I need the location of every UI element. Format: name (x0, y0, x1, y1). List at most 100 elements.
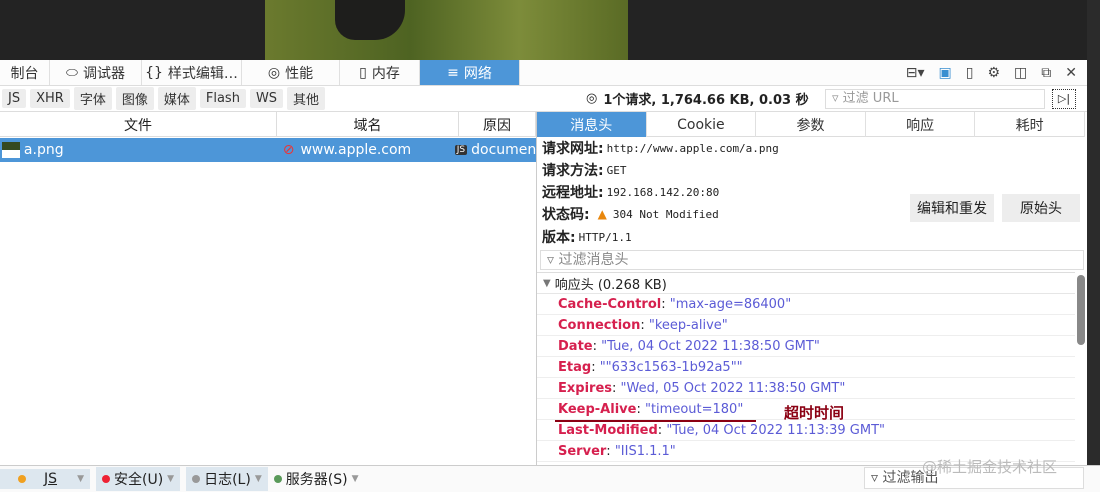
status-code: 状态码: ▲ 304 Not Modified (542, 204, 719, 224)
filter-js-toggle[interactable]: JS ▼ (0, 469, 90, 489)
filter-fonts[interactable]: 字体 (73, 87, 112, 110)
info-value: 192.168.142.20:80 (606, 185, 720, 199)
log-dot-icon (192, 475, 201, 483)
collapse-triangle-icon: ▼ (543, 277, 551, 289)
header-value: "max-age=86400" (669, 296, 792, 312)
dog-shape (335, 0, 405, 40)
header-value: "Tue, 04 Oct 2022 11:13:39 GMT" (666, 422, 885, 438)
summary-text: 1个请求, 1,764.66 KB, 0.03 秒 (603, 93, 809, 108)
response-headers-toggle[interactable]: ▼ 响应头 (0.268 KB) (537, 273, 1075, 294)
devtools-tabbar: 制台 ⬭ 调试器 {} 样式编辑… ◎ 性能 ▯ 内存 ≡ 网络 ⊟▾ ▣ ▯ ⚙ ◫ ⧉… (0, 60, 1087, 86)
performance-icon: ◎ (267, 64, 281, 81)
file-cell: a.png (23, 142, 64, 158)
filter-flash[interactable]: Flash (199, 89, 246, 108)
detail-tabs: 消息头 Cookie 参数 响应 耗时 (537, 112, 1085, 137)
annotation-underline (555, 420, 756, 422)
annotation-text: 超时时间 (784, 404, 845, 422)
js-dot-icon (18, 475, 26, 483)
filter-images[interactable]: 图像 (115, 87, 154, 110)
tab-label: 制台 (10, 65, 39, 82)
url-filter-placeholder: 过滤 URL (842, 91, 899, 106)
page-background-strip (1087, 0, 1100, 465)
braces-icon: {} (145, 64, 163, 81)
tab-network[interactable]: ≡ 网络 (420, 60, 520, 85)
raw-headers-button[interactable]: 原始头 (1002, 194, 1080, 222)
header-name: Server (558, 443, 607, 459)
header-value: "keep-alive" (648, 317, 728, 333)
tab-headers[interactable]: 消息头 (537, 112, 647, 137)
layout-icon[interactable]: ⊟▾ (906, 65, 925, 81)
js-icon: JS (454, 145, 468, 155)
header-name: Expires (558, 380, 612, 396)
tab-params[interactable]: 参数 (756, 112, 866, 137)
filter-ws[interactable]: WS (249, 89, 284, 108)
network-icon: ≡ (447, 64, 459, 81)
tab-style-editor[interactable]: {} 样式编辑… (142, 60, 242, 85)
header-name: Etag (558, 359, 592, 375)
request-method: 请求方法: GET (542, 160, 626, 180)
image-thumbnail (2, 142, 20, 158)
filter-security-toggle[interactable]: 安全(U) ▼ (96, 467, 181, 491)
edit-resend-button[interactable]: 编辑和重发 (910, 194, 994, 222)
responsive-icon[interactable]: ▯ (966, 65, 974, 81)
page-image (265, 0, 628, 60)
tab-debugger[interactable]: ⬭ 调试器 (50, 60, 142, 85)
filter-js[interactable]: JS (2, 89, 27, 108)
url-filter-input[interactable]: ▿ 过滤 URL (825, 89, 1045, 109)
response-headers-section: ▼ 响应头 (0.268 KB) Cache-Control: "max-age=… (537, 272, 1075, 465)
header-filter-placeholder: 过滤消息头 (558, 252, 629, 268)
column-domain[interactable]: 域名 (277, 112, 459, 137)
tab-timings[interactable]: 耗时 (975, 112, 1085, 137)
request-table-header: 文件 域名 原因 (0, 112, 536, 137)
server-dot-icon (273, 475, 282, 483)
info-label: 远程地址: (542, 185, 604, 201)
column-cause[interactable]: 原因 (459, 112, 536, 137)
watermark: @稀土掘金技术社区 (922, 458, 1058, 476)
header-row: Date: "Tue, 04 Oct 2022 11:38:50 GMT" (537, 336, 1075, 357)
security-label: 安全(U) (114, 472, 164, 488)
tab-cookie[interactable]: Cookie (647, 112, 757, 137)
header-value: "Tue, 04 Oct 2022 11:38:50 GMT" (601, 338, 820, 354)
info-label: 请求方法: (542, 163, 604, 179)
info-value: GET (606, 163, 627, 177)
close-icon[interactable]: ✕ (1065, 65, 1077, 81)
split-console-icon[interactable]: ▣ (939, 65, 952, 81)
info-value: HTTP/1.1 (578, 230, 632, 244)
header-value: "Wed, 05 Oct 2022 11:38:50 GMT" (620, 380, 846, 396)
table-row[interactable]: a.png ⊘ www.apple.com JS documen (0, 138, 536, 162)
gear-icon[interactable]: ⚙ (987, 65, 1000, 81)
undock-icon[interactable]: ⧉ (1041, 65, 1051, 81)
scrollbar-thumb[interactable] (1077, 275, 1085, 345)
header-value: "IIS1.1.1" (614, 443, 676, 459)
request-url: 请求网址: http://www.apple.com/a.png (542, 138, 779, 158)
security-dot-icon (102, 475, 110, 483)
column-file[interactable]: 文件 (0, 112, 277, 137)
filter-other[interactable]: 其他 (287, 87, 326, 110)
header-name: Keep-Alive (558, 401, 637, 417)
tab-memory[interactable]: ▯ 内存 (340, 60, 420, 85)
debugger-icon: ⬭ (66, 64, 78, 81)
http-version: 版本: HTTP/1.1 (542, 227, 632, 247)
info-label: 请求网址: (542, 141, 604, 157)
tab-response[interactable]: 响应 (866, 112, 976, 137)
filter-media[interactable]: 媒体 (157, 87, 196, 110)
tab-console[interactable]: 制台 (0, 60, 50, 85)
warning-triangle-icon: ▲ (597, 207, 607, 221)
filter-server-toggle[interactable]: 服务器(S) ▼ (273, 469, 358, 489)
info-value: http://www.apple.com/a.png (606, 141, 779, 155)
toggle-sidebar-button[interactable]: ▷| (1052, 89, 1076, 109)
tab-label: 内存 (371, 65, 400, 82)
toolbox-controls: ⊟▾ ▣ ▯ ⚙ ◫ ⧉ ✕ (906, 60, 1077, 85)
info-label: 版本: (542, 230, 576, 246)
tab-performance[interactable]: ◎ 性能 (242, 60, 340, 85)
info-value: 304 Not Modified (612, 207, 719, 221)
filter-log-toggle[interactable]: 日志(L) ▼ (186, 467, 268, 491)
tab-label: 网络 (463, 65, 492, 82)
header-row: Cache-Control: "max-age=86400" (537, 294, 1075, 315)
header-value: "timeout=180" (644, 401, 744, 417)
filter-xhr[interactable]: XHR (30, 89, 70, 108)
header-name: Connection (558, 317, 641, 333)
log-label: 日志(L) (204, 472, 251, 488)
dock-side-icon[interactable]: ◫ (1014, 65, 1027, 81)
header-filter-input[interactable]: ▿ 过滤消息头 (540, 250, 1084, 270)
